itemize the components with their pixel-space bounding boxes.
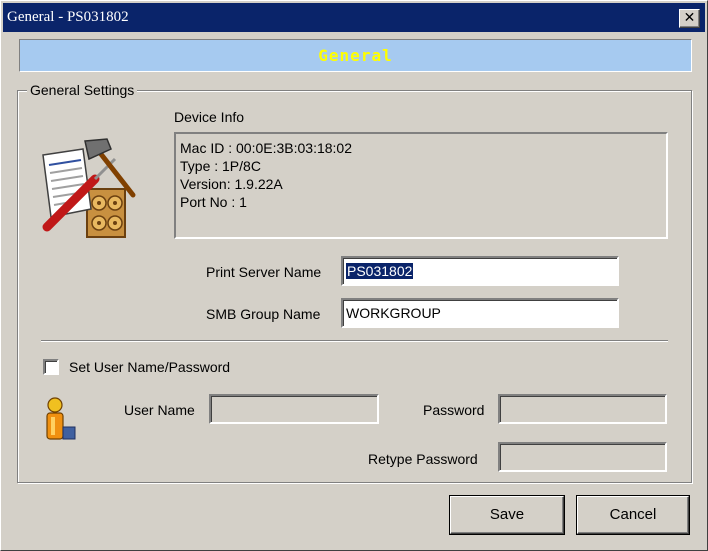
device-info-version: Version: 1.9.22A	[180, 176, 283, 192]
device-info-type: Type : 1P/8C	[180, 158, 261, 174]
set-user-password-checkbox[interactable]	[43, 359, 59, 375]
device-info-box: Mac ID : 00:0E:3B:03:18:02 Type : 1P/8C …	[174, 132, 668, 239]
window-title: General - PS031802	[7, 9, 129, 25]
user-name-input[interactable]	[209, 394, 379, 424]
section-divider	[41, 340, 668, 342]
print-server-name-label: Print Server Name	[206, 264, 322, 280]
close-icon: ✕	[683, 10, 696, 26]
device-info-label: Device Info	[174, 109, 245, 125]
smb-group-name-label: SMB Group Name	[206, 306, 321, 322]
user-icon	[46, 397, 76, 440]
cancel-button[interactable]: Cancel	[577, 496, 689, 534]
smb-group-name-value: WORKGROUP	[346, 305, 441, 321]
retype-password-input[interactable]	[498, 442, 667, 472]
device-info-port: Port No : 1	[180, 194, 247, 210]
document-tools-icon	[42, 138, 136, 238]
user-name-label: User Name	[124, 402, 195, 418]
group-legend: General Settings	[27, 82, 138, 98]
section-banner: General	[19, 39, 692, 72]
password-label: Password	[423, 402, 485, 418]
dialog-window: General - PS031802 ✕ General General Set…	[0, 0, 708, 551]
password-input[interactable]	[498, 394, 667, 424]
title-bar[interactable]: General - PS031802 ✕	[3, 3, 705, 32]
set-user-password-label[interactable]: Set User Name/Password	[69, 358, 230, 376]
retype-password-label: Retype Password	[368, 451, 478, 467]
close-button[interactable]: ✕	[679, 9, 700, 28]
save-button[interactable]: Save	[450, 496, 564, 534]
device-info-mac: Mac ID : 00:0E:3B:03:18:02	[180, 140, 352, 156]
print-server-name-value: PS031802	[346, 263, 414, 279]
smb-group-name-input[interactable]: WORKGROUP	[341, 298, 619, 328]
print-server-name-input[interactable]: PS031802	[341, 256, 619, 286]
